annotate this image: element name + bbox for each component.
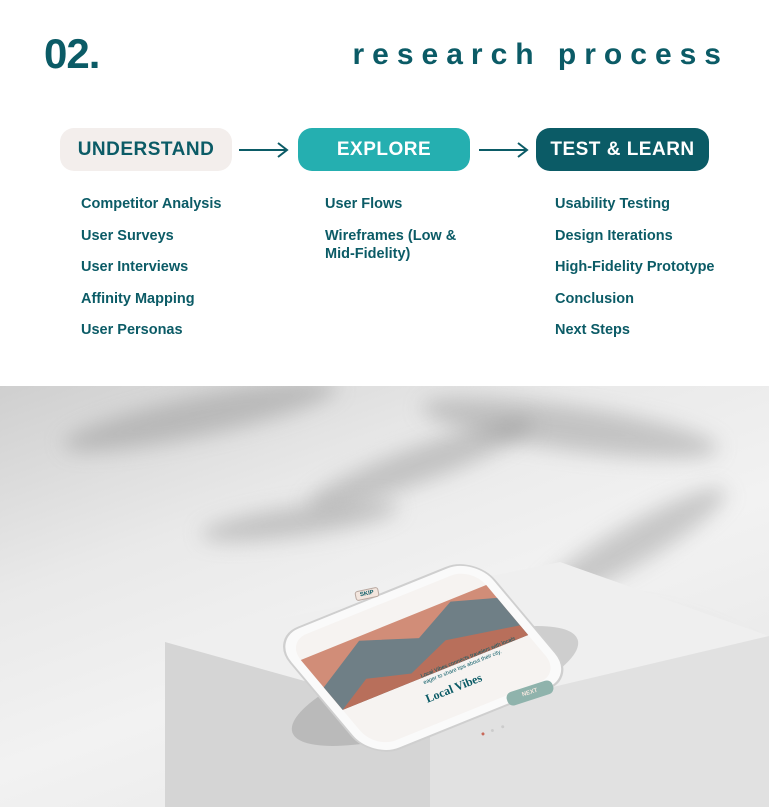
list-item: User Personas <box>81 322 183 338</box>
test-learn-list: Usability Testing Design Iterations High… <box>555 195 755 353</box>
list-item: Next Steps <box>555 322 630 338</box>
section-number: 02. <box>44 30 100 77</box>
phone-device <box>283 564 564 752</box>
list-item: Affinity Mapping <box>81 290 195 307</box>
stage-explore: EXPLORE <box>298 128 470 171</box>
stage-test-learn: TEST & LEARN <box>536 128 709 171</box>
stage-understand: UNDERSTAND <box>60 128 232 171</box>
understand-list: Competitor Analysis User Surveys User In… <box>81 195 281 353</box>
arrow-right-icon <box>478 140 530 160</box>
list-item: Competitor Analysis <box>81 196 222 212</box>
list-item: User Interviews <box>81 259 189 275</box>
phone-mockup-photo: SKIP Local Vibes Local Vibes connects tr… <box>0 386 769 807</box>
arrow-right-icon <box>238 140 290 160</box>
list-item: User Flows <box>325 196 403 212</box>
section-title: research process <box>352 38 729 71</box>
list-item: Usability Testing <box>555 196 670 212</box>
list-item: Conclusion <box>555 290 634 307</box>
list-item: Design Iterations <box>555 227 673 244</box>
list-item: High-Fidelity Prototype <box>555 259 715 275</box>
explore-list: User Flows Wireframes (Low & Mid-Fidelit… <box>325 195 485 276</box>
list-item: Wireframes (Low & Mid-Fidelity) <box>325 227 457 262</box>
list-item: User Surveys <box>81 227 174 244</box>
